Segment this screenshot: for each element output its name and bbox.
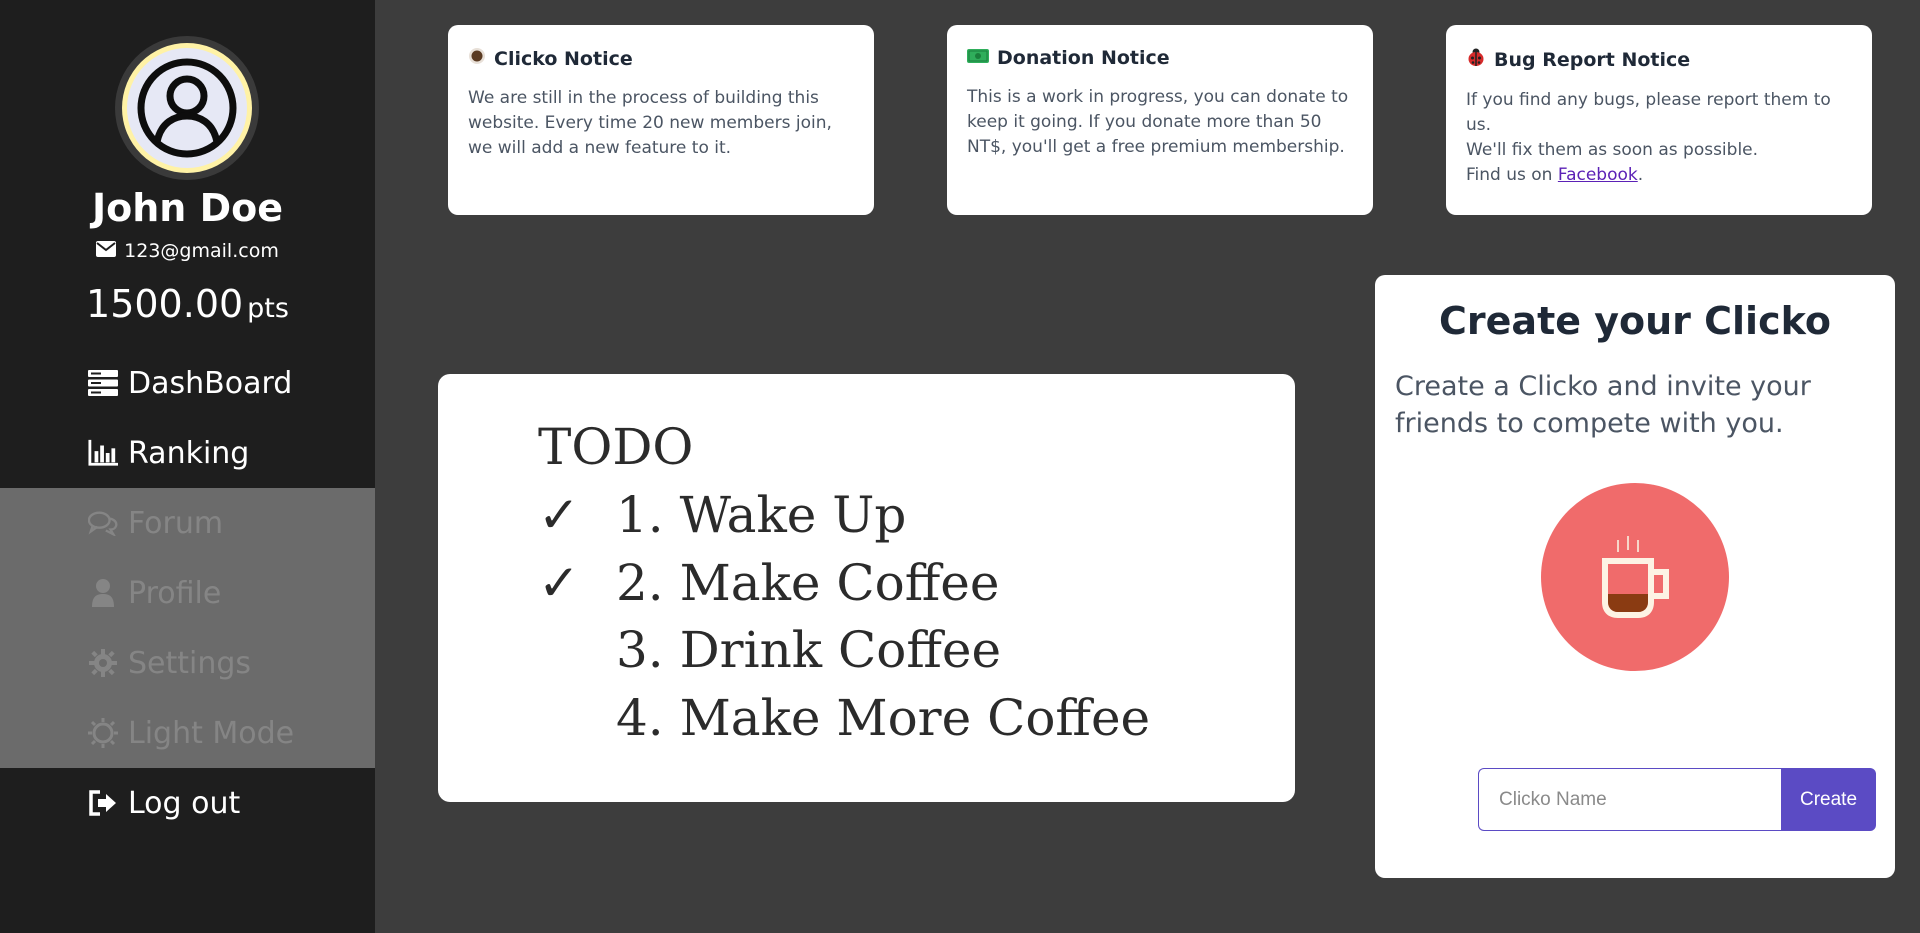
gear-icon (88, 648, 118, 678)
sun-icon (88, 718, 118, 748)
create-button[interactable]: Create (1781, 768, 1876, 831)
nav-label-settings: Settings (128, 645, 252, 681)
money-icon (967, 47, 989, 69)
notice-body-line: We'll fix them as soon as possible. (1466, 140, 1759, 160)
create-clicko-title: Create your Clicko (1439, 299, 1831, 343)
todo-title: TODO (538, 418, 694, 476)
create-clicko-card: Create your Clicko Create a Clicko and i… (1375, 275, 1895, 878)
notice-title: Donation Notice (967, 47, 1353, 69)
nav-disabled-group: Forum Profile Settings Light Mode (0, 488, 375, 768)
nav-item-profile[interactable]: Profile (0, 558, 375, 628)
sign-out-icon (88, 788, 118, 818)
clicko-name-input[interactable] (1478, 768, 1781, 831)
user-email: 123@gmail.com (0, 240, 375, 262)
notice-body-suffix: . (1637, 165, 1644, 185)
server-icon (88, 368, 118, 398)
todo-text: 1. Wake Up (616, 486, 907, 544)
sidebar-nav: DashBoard Ranking Forum Profile Settings… (0, 348, 375, 838)
notice-title-text: Clicko Notice (494, 47, 633, 70)
notice-body-prefix: Find us on (1466, 165, 1558, 185)
user-profile: John Doe 123@gmail.com 1500.00 pts (0, 0, 375, 348)
notice-title-text: Donation Notice (997, 47, 1170, 69)
user-points: 1500.00 pts (0, 282, 375, 326)
todo-text: 4. Make More Coffee (616, 689, 1151, 747)
user-name: John Doe (91, 186, 283, 230)
coffee-cup-icon (1541, 483, 1729, 671)
nav-item-settings[interactable]: Settings (0, 628, 375, 698)
nav-label-light-mode: Light Mode (128, 715, 295, 751)
avatar (115, 36, 259, 180)
nav-item-forum[interactable]: Forum (0, 488, 375, 558)
notice-body: If you find any bugs, please report them… (1466, 88, 1852, 188)
create-clicko-form: Create (1478, 768, 1876, 831)
notice-card-bug-report: Bug Report Notice If you find any bugs, … (1446, 25, 1872, 215)
user-email-text: 123@gmail.com (124, 240, 279, 262)
todo-check: ✓ (538, 486, 580, 544)
notice-title: Bug Report Notice (1466, 47, 1852, 72)
nav-label-profile: Profile (128, 575, 222, 611)
points-unit: pts (247, 293, 289, 324)
user-avatar-icon (127, 48, 247, 168)
ladybug-icon (1466, 47, 1486, 72)
user-icon (88, 578, 118, 608)
points-value: 1500.00 (86, 282, 244, 326)
nav-label-dashboard: DashBoard (128, 365, 293, 401)
notice-body: We are still in the process of building … (468, 88, 832, 158)
notice-body: This is a work in progress, you can dona… (967, 87, 1349, 157)
nav-item-logout[interactable]: Log out (0, 768, 375, 838)
notice-title-text: Bug Report Notice (1494, 48, 1691, 71)
envelope-icon (96, 240, 117, 262)
todo-card: TODO ✓ 1. Wake Up ✓ 2. Make Coffee 3. Dr… (438, 374, 1295, 802)
nav-item-dashboard[interactable]: DashBoard (0, 348, 375, 418)
todo-check: ✓ (538, 554, 580, 612)
comments-icon (88, 508, 118, 538)
todo-text: 2. Make Coffee (616, 554, 1000, 612)
bar-chart-icon (88, 438, 118, 468)
nav-item-ranking[interactable]: Ranking (0, 418, 375, 488)
coffee-icon (468, 47, 486, 70)
notice-card-clicko: Clicko Notice We are still in the proces… (448, 25, 874, 215)
todo-text: 3. Drink Coffee (616, 621, 1002, 679)
notice-body-line: If you find any bugs, please report them… (1466, 90, 1831, 135)
sidebar: John Doe 123@gmail.com 1500.00 pts DashBo… (0, 0, 375, 933)
facebook-link[interactable]: Facebook (1558, 165, 1638, 185)
create-clicko-description: Create a Clicko and invite your friends … (1395, 371, 1811, 439)
nav-label-logout: Log out (128, 785, 241, 821)
nav-item-light-mode[interactable]: Light Mode (0, 698, 375, 768)
nav-label-ranking: Ranking (128, 435, 250, 471)
nav-label-forum: Forum (128, 505, 224, 541)
notice-title: Clicko Notice (468, 47, 854, 70)
notice-card-donation: Donation Notice This is a work in progre… (947, 25, 1373, 215)
